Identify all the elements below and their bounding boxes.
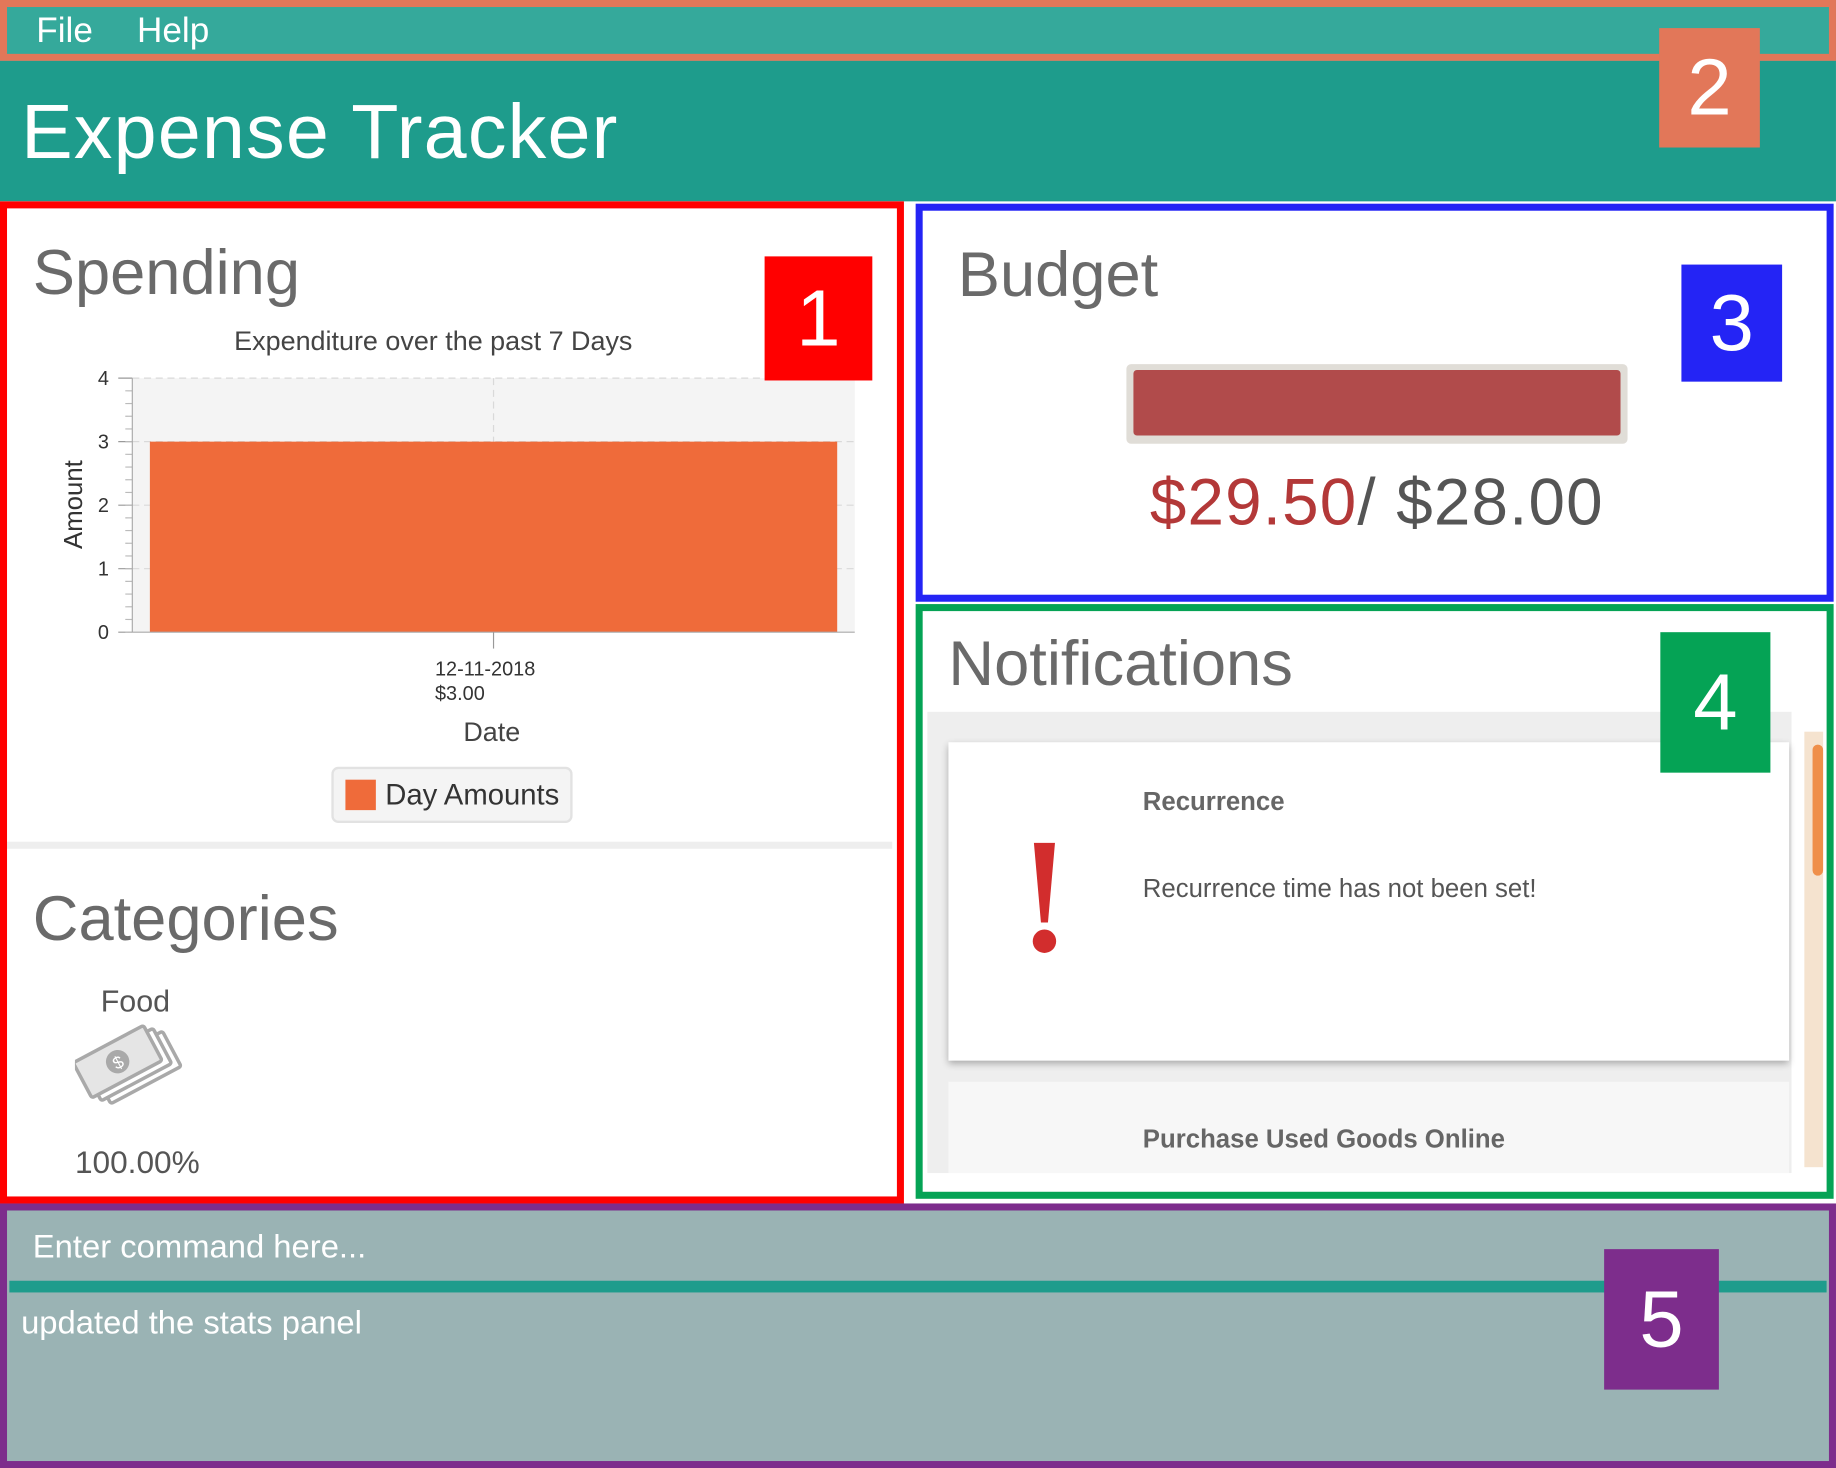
menu-help[interactable]: Help <box>137 12 209 52</box>
title-bar: Expense Tracker <box>0 60 1836 202</box>
annotation-tag-5: 5 <box>1604 1249 1719 1390</box>
app-title: Expense Tracker <box>21 87 619 175</box>
region-box-5 <box>0 1203 1836 1468</box>
menu-file[interactable]: File <box>36 12 93 52</box>
region-box-3 <box>915 203 1834 602</box>
annotation-tag-3: 3 <box>1681 264 1783 382</box>
menu-bar: File Help <box>0 0 1836 61</box>
annotation-tag-1: 1 <box>764 256 873 381</box>
annotation-tag-2: 2 <box>1659 28 1760 148</box>
annotation-tag-4: 4 <box>1660 632 1771 773</box>
